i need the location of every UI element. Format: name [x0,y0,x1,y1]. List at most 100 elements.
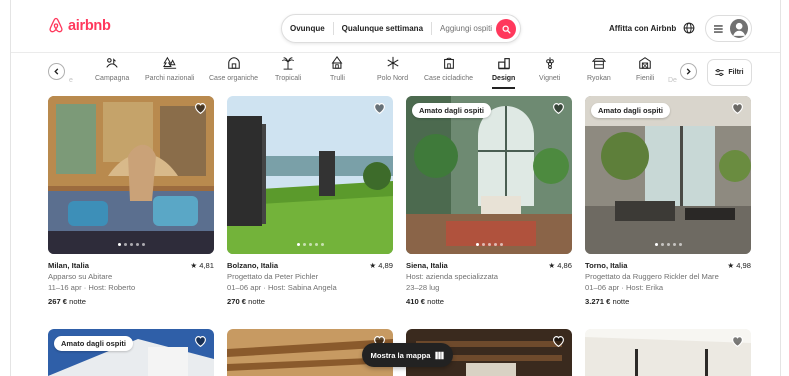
category-label: Parchi nazionali [145,75,195,82]
heart-icon[interactable] [194,335,207,348]
cycladic-house-icon [443,57,454,69]
top-header: airbnb Ovunque Qualunque settimana Aggiu… [11,0,780,52]
category-polo-nord[interactable]: Polo Nord [377,56,408,82]
category-label: Fienili [636,75,655,82]
heart-icon[interactable] [552,102,565,115]
listing-subtitle: Apparso su Abitare [48,272,113,281]
guest-favorite-badge: Amato dagli ospiti [54,336,134,351]
listing-info: Milan, Italia ★ 4,81 Apparso su Abitare … [48,254,214,307]
price-amount: 267 € [48,297,68,306]
search-bar[interactable]: Ovunque Qualunque settimana Aggiungi osp… [281,14,521,43]
design-icon [497,58,510,70]
user-icon [732,22,745,36]
avatar [729,19,748,38]
listing-price: 3.271 € notte [585,296,751,307]
listing-price: 410 € notte [406,296,572,307]
globe-icon[interactable] [683,22,695,34]
category-tropicali[interactable]: Tropicali [275,56,301,82]
snowflake-icon [387,56,399,70]
listing-photo[interactable] [585,329,751,376]
category-label: Case cicladiche [424,75,474,82]
national-park-icon [162,56,176,69]
category-fienili[interactable]: Fienili [636,56,654,82]
heart-icon[interactable] [731,102,744,115]
category-campagna[interactable]: Campagna [95,56,129,82]
category-label: Trulli [330,75,345,82]
category-case-organiche[interactable]: Case organiche [209,56,258,82]
price-unit: notte [612,297,630,306]
filters-button[interactable]: Filtri [707,59,752,86]
map-icon [435,351,445,359]
search-button[interactable] [496,19,516,39]
menu-icon [714,24,723,33]
category-parchi-nazionali[interactable]: Parchi nazionali [145,56,194,82]
listing-location: Siena, Italia [406,261,448,270]
category-ryokan[interactable]: Ryokan [587,56,611,82]
price-unit: notte [248,297,266,306]
search-where[interactable]: Ovunque [282,24,333,33]
listing-image [585,329,751,376]
host-link[interactable]: Affitta con Airbnb [609,24,676,33]
listing-price: 267 € notte [48,296,214,307]
photo-dots [585,243,751,246]
category-partial-left: e [69,77,73,84]
category-label: Ryokan [587,75,611,82]
rating-value: 4,81 [199,261,214,270]
listing-info: Torno, Italia ★ 4,98 Progettato da Rugge… [585,254,751,307]
user-menu-button[interactable] [705,15,752,42]
listing-image [227,96,393,254]
listing-card[interactable]: Milan, Italia ★ 4,81 Apparso su Abitare … [48,96,214,307]
rating-value: 4,86 [557,261,572,270]
listing-rating: ★ 4,98 [727,261,751,270]
organic-house-icon [227,57,240,69]
ryokan-icon [591,58,606,69]
heart-icon[interactable] [731,335,744,348]
listing-rating: ★ 4,81 [190,261,214,270]
listing-dates-host: 23–28 lug [406,283,440,292]
category-next-button[interactable] [680,63,697,80]
category-label: Design [492,75,516,82]
category-case-cicladiche[interactable]: Case cicladiche [424,56,473,82]
heart-icon[interactable] [552,335,565,348]
guest-favorite-badge: Amato dagli ospiti [412,103,492,118]
airbnb-logo[interactable]: airbnb [48,17,111,34]
price-amount: 410 € [406,297,426,306]
airbnb-logo-icon [49,17,63,33]
listing-photo[interactable]: Amato dagli ospiti [406,96,572,254]
tropical-icon [282,57,295,70]
listing-subtitle: Host: azienda specializzata [406,272,499,281]
filters-icon [715,68,725,77]
show-map-button[interactable]: Mostra la mappa [362,343,453,367]
photo-dots [406,243,572,246]
heart-icon[interactable] [373,102,386,115]
category-label: Vigneti [539,75,561,82]
category-prev-button[interactable] [48,63,65,80]
listing-card[interactable]: Amato dagli ospiti Siena, Italia ★ 4,86 … [406,96,572,307]
listing-photo[interactable] [227,96,393,254]
search-guests[interactable]: Aggiungi ospiti [432,24,500,33]
listing-location: Torno, Italia [585,261,628,270]
logo-wordmark: airbnb [68,17,111,34]
category-label: Tropicali [275,75,302,82]
listing-card[interactable]: Amato dagli ospiti [48,329,214,376]
listing-image [48,96,214,254]
listing-card[interactable]: Amato dagli ospiti Torno, Italia ★ 4,98 … [585,96,751,307]
listing-photo[interactable] [48,96,214,254]
listing-card[interactable] [585,329,751,376]
category-trulli[interactable]: Trulli [330,56,345,82]
listing-location: Milan, Italia [48,261,89,270]
guest-favorite-badge: Amato dagli ospiti [591,103,671,118]
show-map-label: Mostra la mappa [370,350,431,360]
filters-label: Filtri [728,69,744,76]
category-partial-right: De [668,77,677,84]
category-design[interactable]: Design [492,56,516,89]
listing-photo[interactable]: Amato dagli ospiti [48,329,214,376]
search-when[interactable]: Qualunque settimana [334,24,431,33]
photo-dots [48,243,214,246]
search-icon [502,25,510,33]
category-vigneti[interactable]: Vigneti [539,56,560,82]
listing-photo[interactable]: Amato dagli ospiti [585,96,751,254]
heart-icon[interactable] [194,102,207,115]
listing-card[interactable]: Bolzano, Italia ★ 4,89 Progettato da Pet… [227,96,393,307]
listing-price: 270 € notte [227,296,393,307]
